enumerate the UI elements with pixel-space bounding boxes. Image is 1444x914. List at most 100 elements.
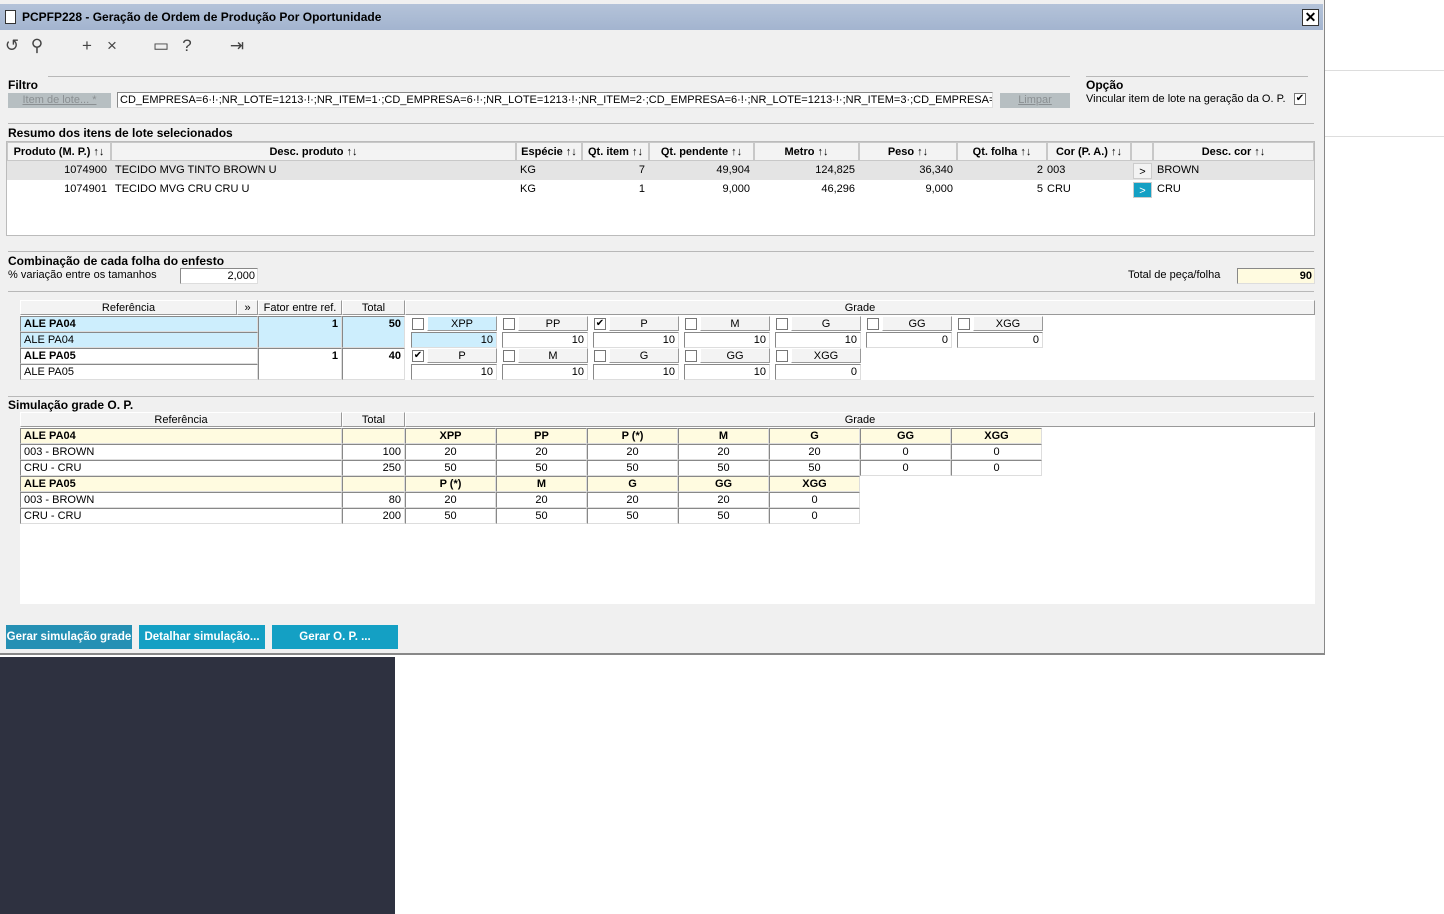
table-row[interactable]: 1074900 TECIDO MVG TINTO BROWN U KG 7 49,904… — [7, 161, 1314, 180]
table-cell: 1074900 — [64, 164, 107, 176]
size-value: 20 — [769, 444, 860, 460]
size-checkbox[interactable] — [685, 350, 697, 362]
table-cell: 124,825 — [815, 164, 855, 176]
size-checkbox[interactable] — [685, 318, 697, 330]
calendar-icon[interactable]: ▭ — [151, 36, 171, 56]
exit-icon[interactable]: ⇥ — [227, 36, 247, 56]
size-value: 0 — [951, 460, 1042, 476]
table-cell: CRU — [1157, 183, 1181, 195]
color-label: CRU - CRU — [20, 508, 342, 524]
search-icon[interactable]: ⚲ — [27, 36, 47, 56]
expand-button[interactable]: » — [237, 300, 258, 315]
main-window: PCPFP228 - Geração de Ordem de Produção … — [0, 0, 1325, 655]
column-header[interactable]: Espécie ↑↓ — [516, 142, 582, 161]
column-header[interactable]: Qt. pendente ↑↓ — [649, 142, 754, 161]
fator-cell[interactable]: 1 — [258, 316, 342, 348]
size-quantity-input[interactable]: 0 — [866, 332, 952, 348]
fator-header[interactable]: Fator entre ref. — [258, 300, 342, 315]
combinacao-grid: Referência» Fator entre ref. Total Grade ALE… — [20, 300, 1315, 380]
column-header[interactable]: Metro ↑↓ — [754, 142, 859, 161]
size-checkbox[interactable] — [503, 318, 515, 330]
referencia-sub-cell[interactable]: ALE PA04 — [20, 332, 258, 348]
size-checkbox[interactable]: ✔ — [594, 318, 606, 330]
size-value: 50 — [496, 460, 587, 476]
vincular-checkbox[interactable]: ✔ — [1294, 93, 1306, 105]
opcao-title: Opção — [1086, 78, 1124, 92]
column-header[interactable]: Cor (P. A.) ↑↓ — [1047, 142, 1131, 161]
item-de-lote-button[interactable]: Item de lote... * — [8, 93, 111, 108]
close-button[interactable]: ✕ — [1302, 9, 1319, 26]
size-value: 20 — [678, 492, 769, 508]
size-header: G — [587, 476, 678, 492]
open-color-button[interactable]: > — [1133, 182, 1152, 198]
delete-icon[interactable]: × — [102, 36, 122, 56]
undo-icon[interactable]: ↺ — [2, 36, 22, 56]
size-value: 20 — [405, 492, 496, 508]
referencia-header[interactable]: Referência — [20, 300, 237, 315]
size-quantity-input[interactable]: 0 — [957, 332, 1043, 348]
size-label: P — [427, 348, 497, 363]
detalhar-simulacao-button[interactable]: Detalhar simulação... — [139, 625, 265, 649]
column-header[interactable]: Qt. item ↑↓ — [582, 142, 649, 161]
size-value: 20 — [405, 444, 496, 460]
column-header[interactable]: Desc. produto ↑↓ — [111, 142, 516, 161]
size-quantity-input[interactable]: 10 — [411, 332, 497, 348]
referencia-cell[interactable]: ALE PA04 — [20, 316, 258, 332]
size-quantity-input[interactable]: 10 — [684, 364, 770, 380]
size-quantity-input[interactable]: 10 — [684, 332, 770, 348]
variacao-input[interactable]: 2,000 — [180, 268, 258, 284]
size-value: 0 — [769, 492, 860, 508]
row-total: 80 — [342, 492, 405, 508]
column-header[interactable]: Desc. cor ↑↓ — [1153, 142, 1314, 161]
group-reference: ALE PA05 — [20, 476, 342, 492]
column-header[interactable] — [1131, 142, 1153, 161]
size-value: 50 — [769, 460, 860, 476]
size-value: 0 — [951, 444, 1042, 460]
size-quantity-input[interactable]: 10 — [502, 364, 588, 380]
help-icon[interactable]: ? — [177, 36, 197, 56]
size-checkbox[interactable] — [958, 318, 970, 330]
table-cell: 2 — [1036, 164, 1043, 176]
size-quantity-input[interactable]: 10 — [502, 332, 588, 348]
size-checkbox[interactable] — [412, 318, 424, 330]
table-cell: 49,904 — [716, 164, 750, 176]
item-de-lote-input[interactable]: CD_EMPRESA=6·!·;NR_LOTE=1213·!·;NR_ITEM=… — [117, 92, 993, 108]
size-label: GG — [882, 316, 952, 331]
size-checkbox[interactable] — [594, 350, 606, 362]
size-value: 50 — [405, 460, 496, 476]
total-header[interactable]: Total — [342, 300, 405, 315]
size-checkbox[interactable] — [776, 350, 788, 362]
size-checkbox[interactable] — [867, 318, 879, 330]
size-quantity-input[interactable]: 10 — [593, 332, 679, 348]
size-quantity-input[interactable]: 10 — [593, 364, 679, 380]
vincular-label: Vincular item de lote na geração da O. P… — [1086, 93, 1286, 105]
referencia-cell[interactable]: ALE PA05 — [20, 348, 258, 364]
gerar-simulacao-button[interactable]: Gerar simulação grade — [6, 625, 132, 649]
table-cell: 5 — [1036, 183, 1043, 195]
gerar-op-button[interactable]: Gerar O. P. ... — [272, 625, 398, 649]
fator-cell[interactable]: 1 — [258, 348, 342, 380]
referencia-header: Referência — [20, 412, 342, 427]
table-cell: 46,296 — [821, 183, 855, 195]
referencia-sub-cell[interactable]: ALE PA05 — [20, 364, 258, 380]
size-checkbox[interactable] — [776, 318, 788, 330]
size-checkbox[interactable] — [503, 350, 515, 362]
size-label: XGG — [973, 316, 1043, 331]
table-row[interactable]: 1074901 TECIDO MVG CRU CRU U KG 1 9,000 46,29… — [7, 180, 1314, 199]
size-quantity-input[interactable]: 10 — [775, 332, 861, 348]
size-quantity-input[interactable]: 0 — [775, 364, 861, 380]
column-header[interactable]: Produto (M. P.) ↑↓ — [7, 142, 111, 161]
group-total-blank — [342, 476, 405, 492]
limpar-button[interactable]: Limpar — [1000, 93, 1070, 108]
size-quantity-input[interactable]: 10 — [411, 364, 497, 380]
app-icon — [5, 10, 16, 24]
total-cell: 50 — [342, 316, 405, 348]
add-icon[interactable]: + — [77, 36, 97, 56]
size-label: G — [791, 316, 861, 331]
column-header[interactable]: Peso ↑↓ — [859, 142, 957, 161]
open-color-button[interactable]: > — [1133, 163, 1152, 179]
column-header[interactable]: Qt. folha ↑↓ — [957, 142, 1047, 161]
total-cell: 40 — [342, 348, 405, 380]
size-checkbox[interactable]: ✔ — [412, 350, 424, 362]
size-value: 50 — [678, 508, 769, 524]
